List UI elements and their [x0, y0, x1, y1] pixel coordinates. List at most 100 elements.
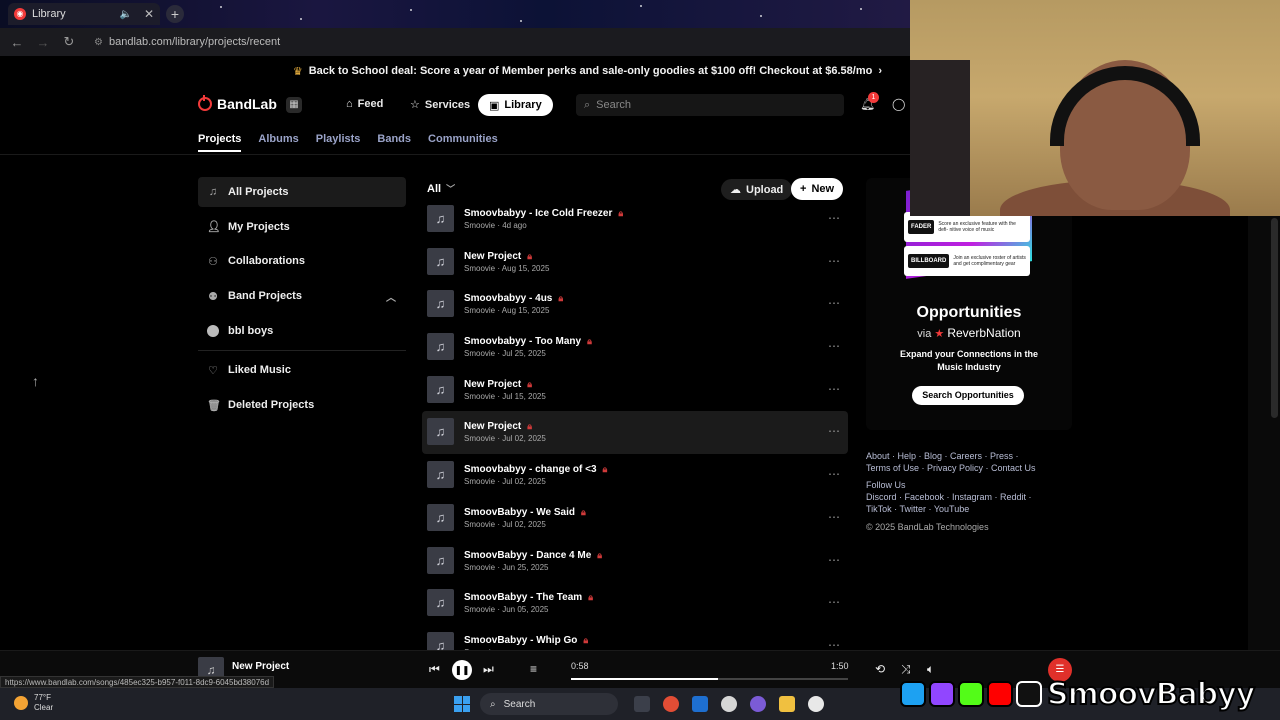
pause-button[interactable]: ❚❚: [452, 660, 472, 680]
project-row[interactable]: ♫ Smoovbabyy - Ice Cold Freezer 🔒︎ Smoovie …: [422, 198, 848, 241]
nav-feed[interactable]: ⌂ Feed: [346, 98, 383, 110]
media-app-icon[interactable]: [721, 696, 737, 712]
sidebar-item-my-projects[interactable]: 👤︎ My Projects: [198, 212, 406, 242]
taskbar-search[interactable]: ⌕ Search: [480, 693, 618, 715]
more-options-icon[interactable]: ⋯: [828, 254, 841, 268]
next-icon[interactable]: ⏭: [483, 662, 494, 677]
search-input[interactable]: ⌕ Search: [576, 94, 844, 116]
footer-links[interactable]: Terms of Use · Privacy Policy · Contact …: [866, 462, 1066, 474]
project-row[interactable]: ♫ SmoovBabyy - We Said 🔒︎ Smoovie · Jul 02,…: [422, 497, 848, 540]
library-icon: ▣: [489, 99, 500, 112]
project-title[interactable]: New Project: [464, 421, 521, 432]
music-note-icon: ♫: [427, 503, 454, 531]
more-options-icon[interactable]: ⋯: [828, 510, 841, 524]
new-project-button[interactable]: + New: [791, 178, 844, 200]
chrome-icon[interactable]: [663, 696, 679, 712]
more-options-icon[interactable]: ⋯: [828, 595, 841, 609]
app-icon[interactable]: [692, 696, 708, 712]
more-options-icon[interactable]: ⋯: [828, 424, 841, 438]
project-owner: Smoovie: [464, 434, 496, 444]
windows-start-icon[interactable]: [454, 696, 470, 712]
chevron-up-icon[interactable]: ︿: [386, 289, 396, 304]
close-tab-icon[interactable]: ✕: [144, 7, 154, 21]
task-view-icon[interactable]: [634, 696, 650, 712]
repeat-icon[interactable]: ⟲: [875, 662, 885, 676]
music-note-icon: ♫: [427, 461, 454, 489]
sidebar-item-all-projects[interactable]: ♫ All Projects: [198, 177, 406, 207]
player-track-title[interactable]: New Project: [232, 661, 289, 672]
social-links[interactable]: Discord · Facebook · Instagram · Reddit …: [866, 491, 1066, 503]
more-options-icon[interactable]: ⋯: [828, 211, 841, 225]
tab-projects[interactable]: Projects: [198, 133, 242, 152]
back-icon[interactable]: ←: [10, 35, 24, 50]
music-note-icon: ♫: [427, 290, 454, 318]
project-title[interactable]: SmoovBabyy - The Team: [464, 592, 582, 603]
project-row[interactable]: ♫ Smoovbabyy - Too Many 🔒︎ Smoovie · Jul 25…: [422, 326, 848, 369]
project-owner: Smoovie: [464, 605, 496, 615]
weather-widget[interactable]: 77°F Clear: [14, 693, 53, 713]
new-tab-button[interactable]: +: [166, 5, 184, 23]
project-title[interactable]: Smoovbabyy - Ice Cold Freezer: [464, 208, 612, 219]
filter-label: All: [427, 182, 442, 195]
more-options-icon[interactable]: ⋯: [828, 296, 841, 310]
project-row[interactable]: ♫ Smoovbabyy - change of <3 🔒︎ Smoovie · Ju…: [422, 454, 848, 497]
url-field[interactable]: ⚙ bandlab.com/library/projects/recent: [94, 31, 280, 53]
queue-icon[interactable]: ≡: [530, 662, 537, 676]
project-row[interactable]: ♫ Smoovbabyy - 4us 🔒︎ Smoovie · Aug 15, 202…: [422, 283, 848, 326]
project-title[interactable]: SmoovBabyy - Dance 4 Me: [464, 550, 591, 561]
previous-icon[interactable]: ⏮: [429, 662, 440, 677]
project-row[interactable]: ♫ SmoovBabyy - Dance 4 Me 🔒︎ Smoovie · Jun …: [422, 540, 848, 583]
tab-bands[interactable]: Bands: [377, 133, 411, 152]
more-options-icon[interactable]: ⋯: [828, 638, 841, 650]
social-links[interactable]: TikTok · Twitter · YouTube: [866, 503, 1066, 515]
project-row[interactable]: ♫ New Project 🔒︎ Smoovie · Jul 15, 2025 ⋯: [422, 369, 848, 412]
tab-title: Library: [32, 8, 66, 20]
arrow-up-icon[interactable]: ↑: [32, 373, 39, 389]
project-title[interactable]: SmoovBabyy - Whip Go: [464, 635, 577, 646]
sidebar-item-deleted-projects[interactable]: 🗑︎ Deleted Projects: [198, 390, 406, 420]
more-options-icon[interactable]: ⋯: [828, 339, 841, 353]
more-options-icon[interactable]: ⋯: [828, 553, 841, 567]
project-row[interactable]: ♫ New Project 🔒︎ Smoovie · Aug 15, 2025 ⋯: [422, 241, 848, 284]
footer-links[interactable]: About · Help · Blog · Careers · Press ·: [866, 450, 1066, 462]
promo-text: Back to School deal: Score a year of Mem…: [308, 65, 873, 77]
project-row[interactable]: ♫ SmoovBabyy - The Team 🔒︎ Smoovie · Jun 05…: [422, 582, 848, 625]
more-options-icon[interactable]: ⋯: [828, 467, 841, 481]
discord-icon[interactable]: [750, 696, 766, 712]
reload-icon[interactable]: ↻: [62, 34, 76, 50]
upload-button[interactable]: ☁ Upload: [721, 179, 793, 200]
project-title[interactable]: New Project: [464, 379, 521, 390]
chat-icon[interactable]: ◯: [892, 97, 905, 111]
project-title[interactable]: Smoovbabyy - change of <3: [464, 464, 597, 475]
page-scrollbar[interactable]: [1271, 218, 1278, 418]
sidebar-item-liked-music[interactable]: ♡ Liked Music: [198, 355, 406, 385]
project-row[interactable]: ♫SmoovBabyy - Whip Go🔒︎Smoovie⋯: [422, 625, 848, 650]
tab-communities[interactable]: Communities: [428, 133, 498, 152]
browser-tab[interactable]: ◉ Library 🔈 ✕: [8, 3, 160, 25]
more-options-icon[interactable]: ⋯: [828, 382, 841, 396]
file-explorer-icon[interactable]: [779, 696, 795, 712]
sidebar-item-band-projects[interactable]: ⚉ Band Projects ︿: [198, 281, 406, 311]
project-title[interactable]: SmoovBabyy - We Said: [464, 507, 575, 518]
progress-bar[interactable]: [571, 678, 848, 680]
project-title[interactable]: Smoovbabyy - 4us: [464, 293, 552, 304]
bandlab-logo[interactable]: BandLab: [198, 95, 277, 112]
nav-library[interactable]: ▣ Library: [478, 94, 553, 116]
nav-services[interactable]: ☆ Services: [410, 98, 470, 112]
app-icon[interactable]: [808, 696, 824, 712]
forward-icon[interactable]: →: [36, 35, 50, 50]
tab-albums[interactable]: Albums: [258, 133, 298, 152]
apps-grid-icon[interactable]: ▦: [286, 97, 302, 113]
tab-playlists[interactable]: Playlists: [316, 133, 361, 152]
search-opportunities-button[interactable]: Search Opportunities: [912, 386, 1024, 405]
project-title[interactable]: Smoovbabyy - Too Many: [464, 336, 581, 347]
filter-dropdown[interactable]: All ﹀: [427, 182, 455, 195]
project-row[interactable]: ♫ New Project 🔒︎ Smoovie · Jul 02, 2025 ⋯: [422, 411, 848, 455]
sidebar-item-bbl-boys[interactable]: bbl boys: [198, 316, 406, 346]
promo-banner[interactable]: ♛ Back to School deal: Score a year of M…: [0, 60, 910, 82]
sidebar-item-collaborations[interactable]: ⚇ Collaborations: [198, 246, 406, 276]
card-text: Score an exclusive feature with the defi…: [938, 221, 1016, 233]
site-info-icon[interactable]: ⚙: [94, 37, 103, 48]
project-title[interactable]: New Project: [464, 251, 521, 262]
speaker-icon[interactable]: 🔈: [119, 9, 131, 20]
